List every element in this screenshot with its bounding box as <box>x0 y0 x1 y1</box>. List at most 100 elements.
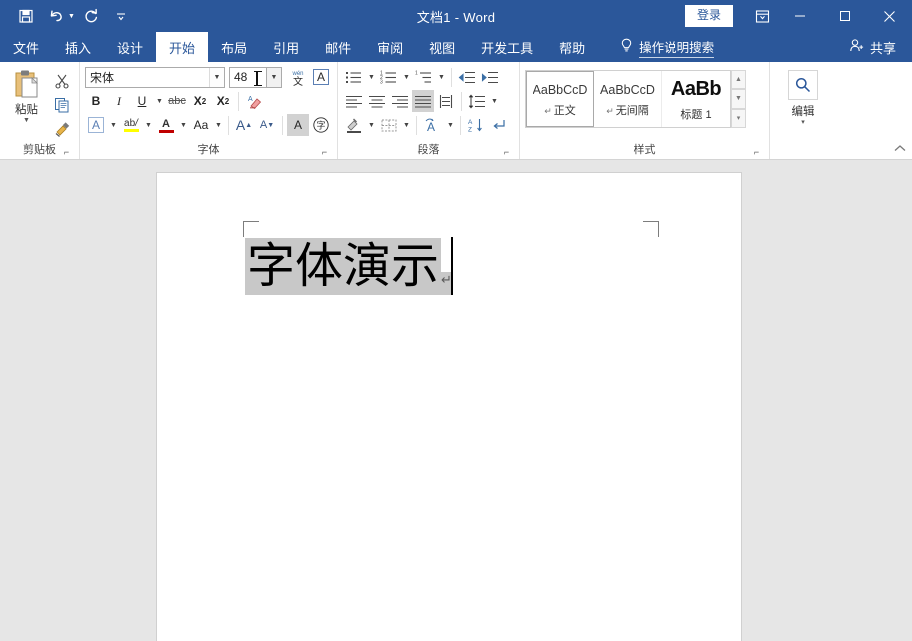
format-painter-button[interactable] <box>50 118 74 140</box>
sort-button[interactable]: A Z <box>465 114 487 136</box>
borders-dropdown-caret[interactable]: ▼ <box>401 114 412 136</box>
style-name-heading-1: 标题 1 <box>680 109 711 121</box>
asian-layout-button[interactable]: A <box>421 114 444 136</box>
sign-in-button[interactable]: 登录 <box>685 5 733 27</box>
font-color-button[interactable]: A <box>155 114 177 136</box>
tell-me-search[interactable]: 操作说明搜索 <box>620 32 714 62</box>
tab-view[interactable]: 视图 <box>416 32 468 62</box>
tab-mailings[interactable]: 邮件 <box>312 32 364 62</box>
multilevel-list-button[interactable]: 1 <box>413 66 435 88</box>
underline-dropdown-caret[interactable]: ▼ <box>154 90 165 112</box>
justify-button[interactable] <box>412 90 434 112</box>
tab-insert[interactable]: 插入 <box>52 32 104 62</box>
multilevel-list-dropdown-caret[interactable]: ▼ <box>436 66 447 88</box>
divider <box>228 116 229 135</box>
shading-dropdown-caret[interactable]: ▼ <box>366 114 377 136</box>
collapse-ribbon-button[interactable] <box>894 144 906 156</box>
decrease-indent-button[interactable] <box>456 66 478 88</box>
line-spacing-button[interactable] <box>466 90 488 112</box>
change-case-dropdown-caret[interactable]: ▼ <box>213 114 224 136</box>
font-name-dropdown-caret[interactable]: ▼ <box>209 68 224 87</box>
enclose-character-button[interactable]: 字 <box>310 114 332 136</box>
editing-dropdown-caret[interactable]: ▾ <box>801 120 805 126</box>
style-normal[interactable]: AaBbCcD ↵正文 <box>526 71 594 127</box>
ribbon-display-options-icon[interactable] <box>747 0 777 32</box>
align-left-button[interactable] <box>343 90 365 112</box>
styles-scroll-up-button[interactable]: ▲ <box>731 70 746 89</box>
undo-dropdown-caret[interactable]: ▼ <box>68 13 75 20</box>
grow-font-button[interactable]: A▲ <box>233 114 255 136</box>
bullet-list-button[interactable] <box>343 66 365 88</box>
style-heading-1[interactable]: AaBb 标题 1 <box>662 71 730 127</box>
numbered-list-dropdown-caret[interactable]: ▼ <box>401 66 412 88</box>
superscript-button[interactable]: X2 <box>212 90 234 112</box>
character-border-button[interactable]: A <box>310 66 332 88</box>
strikethrough-button[interactable]: abc <box>166 90 188 112</box>
document-canvas[interactable]: 字体演示 ↵ <box>0 160 912 641</box>
numbered-list-button[interactable]: 1 2 3 <box>378 66 400 88</box>
change-case-button[interactable]: Aa <box>190 114 212 136</box>
cut-button[interactable] <box>50 70 74 92</box>
italic-button[interactable]: I <box>108 90 130 112</box>
customize-qat-icon[interactable] <box>107 3 135 29</box>
show-marks-button[interactable] <box>488 114 510 136</box>
distribute-button[interactable] <box>435 90 457 112</box>
phonetic-guide-button[interactable]: wén 文 <box>287 66 309 88</box>
maximize-button[interactable] <box>822 0 867 32</box>
tab-help[interactable]: 帮助 <box>546 32 598 62</box>
clear-formatting-button[interactable]: A <box>243 90 265 112</box>
minimize-button[interactable] <box>777 0 822 32</box>
paste-button[interactable]: 粘贴 ▼ <box>5 66 48 140</box>
subscript-button[interactable]: X2 <box>189 90 211 112</box>
character-shading-button[interactable]: A <box>287 114 309 136</box>
text-effects-dropdown-caret[interactable]: ▼ <box>108 114 119 136</box>
group-paragraph: ▼ 1 2 3 ▼ 1 ▼ <box>338 62 520 159</box>
font-size-dropdown-caret[interactable]: ▼ <box>267 67 282 88</box>
margin-mark-top-right <box>643 221 659 237</box>
tab-home[interactable]: 开始 <box>156 32 208 62</box>
document-paragraph[interactable]: 字体演示 ↵ <box>245 235 453 295</box>
copy-button[interactable] <box>50 94 74 116</box>
paste-dropdown-caret[interactable]: ▼ <box>23 118 30 124</box>
redo-icon[interactable] <box>77 3 105 29</box>
paragraph-dialog-launcher[interactable]: ⌐ <box>501 147 512 158</box>
style-no-spacing[interactable]: AaBbCcD ↵无间隔 <box>594 71 662 127</box>
editing-button[interactable]: 编辑 ▾ <box>775 66 831 126</box>
highlight-color-bar <box>124 129 139 132</box>
bullet-list-dropdown-caret[interactable]: ▼ <box>366 66 377 88</box>
tab-references[interactable]: 引用 <box>260 32 312 62</box>
document-page[interactable]: 字体演示 ↵ <box>156 172 742 641</box>
increase-indent-button[interactable] <box>479 66 501 88</box>
close-button[interactable] <box>867 0 912 32</box>
font-name-combo[interactable]: 宋体 ▼ <box>85 67 225 88</box>
bold-button[interactable]: B <box>85 90 107 112</box>
font-color-dropdown-caret[interactable]: ▼ <box>178 114 189 136</box>
underline-button[interactable]: U <box>131 90 153 112</box>
text-effects-button[interactable]: A <box>85 114 107 136</box>
share-button[interactable]: 共享 <box>849 32 912 62</box>
styles-more-button[interactable]: ▾ <box>731 109 746 128</box>
divider <box>451 68 452 87</box>
text-highlight-button[interactable]: ab/ <box>120 114 142 136</box>
shrink-font-button[interactable]: A▼ <box>256 114 278 136</box>
line-spacing-dropdown-caret[interactable]: ▼ <box>489 90 500 112</box>
font-dialog-launcher[interactable]: ⌐ <box>319 147 330 158</box>
shading-button[interactable] <box>343 114 365 136</box>
align-right-button[interactable] <box>389 90 411 112</box>
font-size-combo[interactable]: 48 <box>229 67 267 88</box>
borders-button[interactable] <box>378 114 400 136</box>
undo-icon[interactable] <box>42 3 70 29</box>
styles-dialog-launcher[interactable]: ⌐ <box>751 147 762 158</box>
asian-layout-dropdown-caret[interactable]: ▼ <box>445 114 456 136</box>
selected-text[interactable]: 字体演示 <box>245 238 441 295</box>
tab-developer[interactable]: 开发工具 <box>468 32 546 62</box>
tab-layout[interactable]: 布局 <box>208 32 260 62</box>
tab-file[interactable]: 文件 <box>0 32 52 62</box>
clipboard-dialog-launcher[interactable]: ⌐ <box>61 147 72 158</box>
tab-review[interactable]: 审阅 <box>364 32 416 62</box>
highlight-dropdown-caret[interactable]: ▼ <box>143 114 154 136</box>
tab-design[interactable]: 设计 <box>104 32 156 62</box>
align-center-button[interactable] <box>366 90 388 112</box>
save-icon[interactable] <box>12 3 40 29</box>
styles-scroll-down-button[interactable]: ▼ <box>731 89 746 108</box>
